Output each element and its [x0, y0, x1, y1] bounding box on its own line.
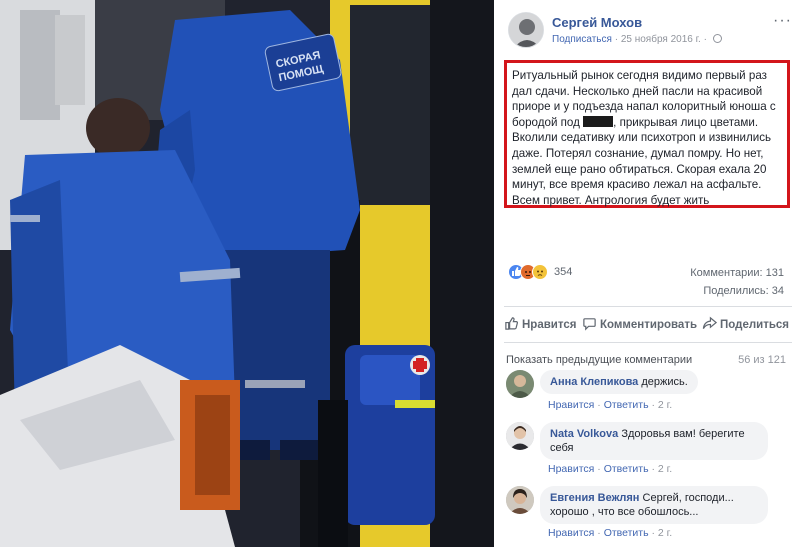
post-text-line: землей еще рано обтираться. Скорая ехала…	[512, 162, 767, 176]
author-avatar-image	[509, 13, 543, 47]
post-text-fragment: , прикрывая лицо цветами.	[613, 115, 759, 129]
thumbs-up-icon	[505, 317, 518, 330]
post-meta: Подписаться · 25 ноября 2016 г. ·	[552, 34, 722, 45]
post-text: Ритуальный рынок сегодня видимо первый р…	[512, 68, 781, 208]
comment-text: держись.	[641, 376, 688, 388]
comment-reply-link[interactable]: Ответить	[604, 399, 649, 411]
post-text-fragment: бородой под	[512, 115, 580, 129]
more-options-icon[interactable]: ···	[773, 12, 792, 30]
reactions-count: 354	[554, 266, 573, 278]
post-text-line: Вколили седативку или психотроп и извини…	[512, 131, 772, 145]
author-name[interactable]: Сергей Мохов	[552, 15, 642, 30]
share-button[interactable]: Поделиться	[702, 316, 789, 331]
commenter-avatar-image	[506, 370, 534, 398]
comment-bubble: Анна Клепикова держись.	[540, 370, 698, 394]
divider	[504, 342, 792, 343]
redaction-block	[583, 115, 614, 127]
comment-bubble: Евгения Вежлян Сергей, господи... хорошо…	[540, 486, 768, 524]
meta-separator-2: ·	[703, 34, 710, 45]
post-text-line: Ритуальный рынок сегодня видимо первый р…	[512, 69, 767, 82]
comment-actions: Нравится · Ответить · 2 г.	[548, 463, 673, 475]
comment-like-link[interactable]: Нравится	[548, 463, 594, 475]
commenter-avatar[interactable]	[506, 486, 534, 514]
post-photo[interactable]: СКОРАЯ ПОМОЩ	[0, 0, 494, 547]
comment-reply-link[interactable]: Ответить	[604, 527, 649, 539]
comment-age[interactable]: 2 г.	[658, 399, 672, 411]
post-text-line: приоре и у подъезда напал колоритный юно…	[512, 100, 776, 114]
share-button-label: Поделиться	[720, 319, 790, 331]
comment-age[interactable]: 2 г.	[658, 527, 672, 539]
shares-count[interactable]: Поделились: 34	[703, 285, 784, 297]
commenter-avatar[interactable]	[506, 422, 534, 450]
commenter-name[interactable]: Анна Клепикова	[550, 376, 638, 388]
comment-reply-link[interactable]: Ответить	[604, 463, 649, 475]
comments-count[interactable]: Комментарии: 131	[690, 267, 784, 279]
post-text-line: Всем привет. Антрология будет жить	[512, 193, 710, 207]
commenter-name[interactable]: Nata Volkova	[550, 428, 618, 440]
post-header: Сергей Мохов Подписаться · 25 ноября 201…	[508, 12, 792, 52]
divider	[504, 306, 792, 307]
post-text-line: минут, все время красиво лежал на асфаль…	[512, 178, 762, 192]
comments-pager-count: 56 из 121	[738, 354, 786, 366]
comment-button-label: Комментировать	[600, 319, 698, 331]
post-panel: Сергей Мохов Подписаться · 25 ноября 201…	[494, 0, 800, 547]
post-text-line: дал сдачи. Несколько дней пасли на краси…	[512, 84, 763, 98]
comment-button[interactable]: Комментировать	[582, 316, 697, 331]
comment-like-link[interactable]: Нравится	[548, 399, 594, 411]
commenter-avatar-image	[506, 422, 534, 450]
sad-icon	[532, 264, 548, 280]
like-button[interactable]: Нравится	[504, 316, 576, 331]
post-text-line: бородой под , прикрывая лицо цветами.	[512, 115, 781, 131]
comment-age[interactable]: 2 г.	[658, 463, 672, 475]
share-icon	[702, 316, 718, 329]
comment-like-link[interactable]: Нравится	[548, 527, 594, 539]
comment-actions: Нравится · Ответить · 2 г.	[548, 399, 673, 411]
commenter-avatar-image	[506, 486, 534, 514]
ambulance-photo-image: СКОРАЯ ПОМОЩ	[0, 0, 494, 547]
screenshot: СКОРАЯ ПОМОЩ Сергей Мохов Подписаться · …	[0, 0, 800, 547]
post-date[interactable]: 25 ноября 2016 г.	[621, 34, 701, 45]
comment-icon	[583, 318, 596, 331]
comment-bubble: Nata Volkova Здоровья вам! берегите себя	[540, 422, 768, 460]
like-button-label: Нравится	[522, 319, 577, 331]
post-text-line: даже. Потерял сознание, думал помру. Но …	[512, 146, 764, 160]
show-previous-comments-link[interactable]: Показать предыдущие комментарии	[506, 354, 692, 366]
globe-icon	[712, 34, 722, 43]
commenter-name[interactable]: Евгения Вежлян	[550, 492, 639, 504]
commenter-avatar[interactable]	[506, 370, 534, 398]
subscribe-link[interactable]: Подписаться	[552, 34, 612, 45]
post-text-highlight: Ритуальный рынок сегодня видимо первый р…	[504, 60, 790, 208]
comment-actions: Нравится · Ответить · 2 г.	[548, 527, 673, 539]
author-avatar[interactable]	[508, 12, 544, 48]
action-bar: Нравится Комментировать Поделиться	[502, 316, 792, 334]
